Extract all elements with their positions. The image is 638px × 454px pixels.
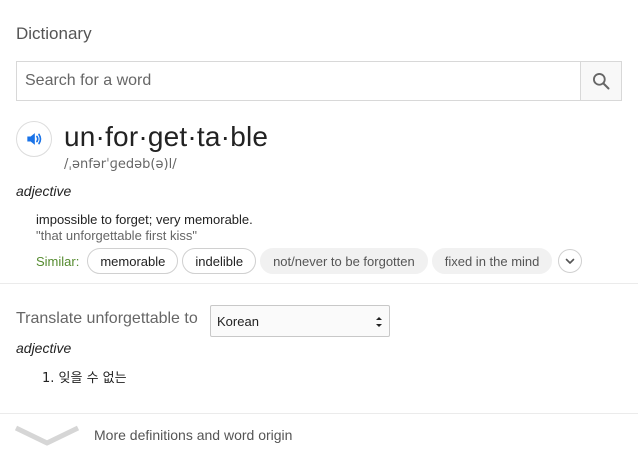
select-arrows-icon [376,317,382,327]
similar-chip[interactable]: fixed in the mind [431,248,553,274]
part-of-speech: adjective [16,183,72,199]
similar-label: Similar: [36,253,80,269]
search-icon [593,73,610,90]
more-definitions-link[interactable]: More definitions and word origin [0,414,638,454]
language-select[interactable]: Korean [210,305,390,337]
similar-chip[interactable]: not/never to be forgotten [260,248,428,274]
selected-language: Korean [217,313,259,329]
translation-result: 1. 잊을 수 없는 [42,371,127,386]
section-divider [0,283,638,284]
search-box [16,61,622,101]
chevron-down-icon [566,258,575,264]
headword: un·for·get·ta·ble [64,121,269,152]
pronunciation-button[interactable] [16,121,52,157]
phonetic-transcription: /ˌənfərˈɡedəb(ə)l/ [64,157,177,172]
translate-label: Translate unforgettable to [16,310,198,327]
dictionary-title: Dictionary [16,24,92,43]
translation-part-of-speech: adjective [16,340,72,356]
similar-words: Similar: memorable indelible not/never t… [36,248,583,274]
search-button[interactable] [580,62,621,100]
chevron-down-icon [14,425,80,446]
example-text: "that unforgettable first kiss" [36,228,197,243]
search-input[interactable] [17,62,580,100]
more-definitions-label: More definitions and word origin [94,427,293,443]
similar-chip[interactable]: memorable [87,248,179,274]
similar-chip[interactable]: indelible [182,248,257,274]
speaker-icon [27,133,42,145]
definition-text: impossible to forget; very memorable. [36,212,253,227]
expand-similar-button[interactable] [558,249,583,273]
